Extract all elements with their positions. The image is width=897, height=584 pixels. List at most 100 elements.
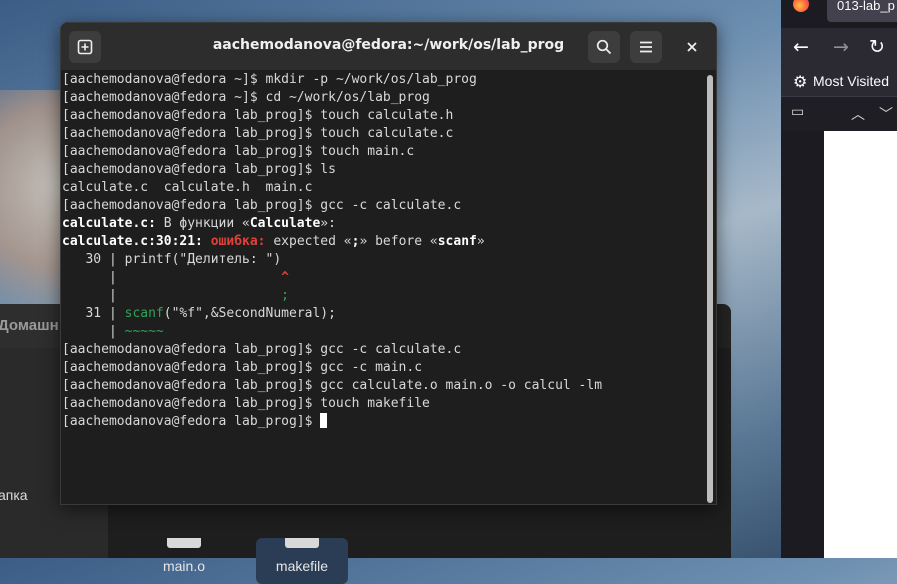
file-name-label: main.o [162, 558, 206, 574]
diag-token: scanf [437, 234, 477, 249]
close-icon [687, 42, 697, 52]
diag-text: expected « [265, 234, 352, 249]
bookmarks-toolbar: ⚙ Most Visited [781, 68, 897, 97]
gutter: 31 | [62, 306, 125, 321]
prompt: [aachemodanova@fedora lab_prog]$ [62, 396, 321, 411]
browser-nav-bar: ← → ↻ [781, 30, 897, 64]
terminal-line: | ~~~~~ [62, 323, 704, 341]
browser-tab[interactable]: 013-lab_p [827, 0, 897, 22]
search-button[interactable] [588, 31, 620, 63]
browser-tab-bar: 013-lab_p [781, 0, 897, 28]
prompt: [aachemodanova@fedora lab_prog]$ [62, 378, 321, 393]
command: gcc -c calculate.c [320, 342, 462, 357]
terminal-line: | ; [62, 287, 704, 305]
command: cd ~/work/os/lab_prog [265, 90, 430, 105]
prompt: [aachemodanova@fedora lab_prog]$ [62, 108, 321, 123]
arrow-right-icon[interactable]: → [833, 36, 849, 58]
command: touch main.c [320, 144, 415, 159]
command: gcc -c main.c [320, 360, 423, 375]
output-text: calculate.c calculate.h main.c [62, 180, 313, 195]
hamburger-menu-icon [640, 41, 652, 53]
command: mkdir -p ~/work/os/lab_prog [265, 72, 477, 87]
terminal-scrollbar[interactable] [707, 75, 713, 503]
gutter: | [62, 288, 125, 303]
gear-icon: ⚙ [793, 72, 808, 91]
chevron-down-icon[interactable]: ﹀ [879, 104, 893, 124]
bookmark-most-visited[interactable]: Most Visited [813, 73, 889, 89]
terminal-line: [aachemodanova@fedora ~]$ mkdir -p ~/wor… [62, 71, 704, 89]
terminal-line: [aachemodanova@fedora lab_prog]$ touch m… [62, 143, 704, 161]
prompt: [aachemodanova@fedora lab_prog]$ [62, 414, 321, 429]
chevron-up-icon[interactable]: ︿ [851, 104, 865, 124]
diag-text: В функции « [155, 216, 250, 231]
diag-file: calculate.c: [62, 216, 156, 231]
browser-window: 013-lab_p ← → ↻ ⚙ Most Visited ▭ ︿ ﹀ [781, 0, 897, 558]
error-label: ошибка: [202, 234, 266, 249]
prompt: [aachemodanova@fedora lab_prog]$ [62, 198, 321, 213]
prompt: [aachemodanova@fedora lab_prog]$ [62, 144, 321, 159]
terminal-line: calculate.c:30:21: ошибка: expected «;» … [62, 233, 704, 251]
command: ls [320, 162, 336, 177]
diag-text: » [476, 234, 485, 249]
caret-marker: ^ [124, 270, 289, 285]
prompt: [aachemodanova@fedora lab_prog]$ [62, 360, 321, 375]
command: touch calculate.c [320, 126, 454, 141]
file-name-label: makefile [275, 558, 329, 574]
browser-sidebar [781, 131, 824, 558]
menu-button[interactable] [630, 31, 662, 63]
terminal-line: [aachemodanova@fedora lab_prog]$ gcc -c … [62, 341, 704, 359]
source-line: ("%f",&SecondNumeral); [163, 306, 336, 321]
terminal-line: | ^ [62, 269, 704, 287]
search-icon [596, 39, 612, 55]
terminal-titlebar: aachemodanova@fedora:~/work/os/lab_prog [61, 23, 716, 70]
terminal-line: [aachemodanova@fedora lab_prog]$ [62, 413, 704, 431]
terminal-line: calculate.c calculate.h main.c [62, 179, 704, 197]
browser-sidebar-header: ▭ ︿ ﹀ [781, 97, 897, 132]
diag-text: »: [320, 216, 336, 231]
terminal-window: aachemodanova@fedora:~/work/os/lab_prog … [60, 22, 717, 505]
source-line: 30 | printf("Делитель: ") [62, 252, 282, 267]
command: touch makefile [320, 396, 430, 411]
diag-text: » before « [359, 234, 438, 249]
terminal-line: 30 | printf("Делитель: ") [62, 251, 704, 269]
terminal-line: 31 | scanf("%f",&SecondNumeral); [62, 305, 704, 323]
arrow-left-icon[interactable]: ← [793, 36, 809, 58]
terminal-line: [aachemodanova@fedora lab_prog]$ touch c… [62, 125, 704, 143]
command: gcc -c calculate.c [320, 198, 462, 213]
underline-marker: ~~~~~ [124, 324, 164, 339]
terminal-line: [aachemodanova@fedora lab_prog]$ gcc -c … [62, 359, 704, 377]
prompt: [aachemodanova@fedora lab_prog]$ [62, 162, 321, 177]
fixit-hint: ; [124, 288, 289, 303]
file-icon [167, 538, 201, 548]
file-item-makefile[interactable]: makefile [256, 538, 348, 584]
prompt: [aachemodanova@fedora ~]$ [62, 90, 266, 105]
gutter: | [62, 324, 125, 339]
diag-location: calculate.c:30:21: [62, 234, 203, 249]
prompt: [aachemodanova@fedora lab_prog]$ [62, 342, 321, 357]
command: gcc calculate.o main.o -o calcul -lm [320, 378, 603, 393]
sidebar-item-folder[interactable]: апка [0, 487, 28, 503]
terminal-line: calculate.c: В функции «Calculate»: [62, 215, 704, 233]
terminal-line: [aachemodanova@fedora lab_prog]$ touch c… [62, 107, 704, 125]
firefox-icon [793, 0, 809, 12]
terminal-line: [aachemodanova@fedora lab_prog]$ ls [62, 161, 704, 179]
prompt: [aachemodanova@fedora ~]$ [62, 72, 266, 87]
browser-page-content [824, 131, 897, 558]
gutter: | [62, 270, 125, 285]
file-manager-location-label: Домашн [0, 317, 59, 334]
terminal-line: [aachemodanova@fedora lab_prog]$ touch m… [62, 395, 704, 413]
text-cursor [320, 413, 328, 428]
terminal-line: [aachemodanova@fedora lab_prog]$ gcc -c … [62, 197, 704, 215]
file-icon [285, 538, 319, 548]
close-button[interactable] [676, 31, 708, 63]
reload-icon[interactable]: ↻ [869, 36, 885, 58]
prompt: [aachemodanova@fedora lab_prog]$ [62, 126, 321, 141]
terminal-output[interactable]: [aachemodanova@fedora ~]$ mkdir -p ~/wor… [62, 71, 704, 502]
sidebar-toggle-icon[interactable]: ▭ [791, 104, 804, 120]
diag-function: Calculate [249, 216, 321, 231]
terminal-line: [aachemodanova@fedora lab_prog]$ gcc cal… [62, 377, 704, 395]
source-keyword: scanf [124, 306, 164, 321]
command: touch calculate.h [320, 108, 454, 123]
terminal-line: [aachemodanova@fedora ~]$ cd ~/work/os/l… [62, 89, 704, 107]
file-item-main-o[interactable]: main.o [138, 538, 230, 574]
